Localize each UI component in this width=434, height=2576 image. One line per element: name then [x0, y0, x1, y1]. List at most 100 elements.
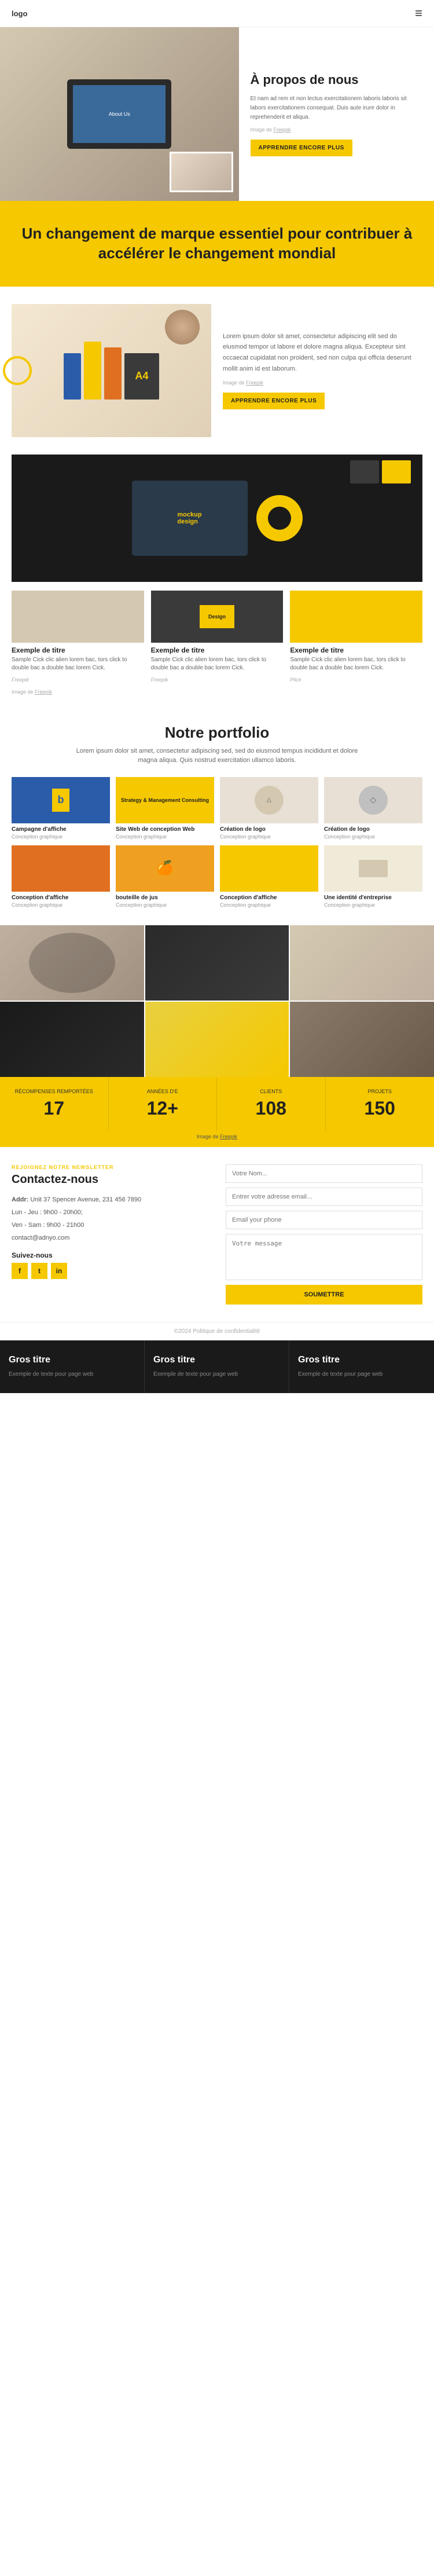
portfolio-item-cat-0: Conception graphique — [12, 834, 110, 840]
contact-title: Contactez-nous — [12, 1173, 208, 1186]
hero-credit-link[interactable]: Freepik — [274, 127, 291, 133]
social-twitter-icon[interactable]: t — [31, 1263, 47, 1279]
device-card-title-2: Exemple de titre — [290, 646, 422, 654]
mockup-credit-link[interactable]: Freepik — [246, 380, 263, 386]
team-photo-2 — [145, 925, 289, 1001]
contact-section: REJOIGNEZ NOTRE NEWSLETTER Contactez-nou… — [0, 1145, 434, 1322]
device-card-tag-1: Freepik — [151, 677, 168, 683]
newsletter-label: REJOIGNEZ NOTRE NEWSLETTER — [12, 1164, 208, 1170]
team-photo-3 — [290, 925, 434, 1001]
footer-col-2: Gros titre Exemple de texte pour page we… — [289, 1340, 434, 1393]
team-photo-4 — [0, 1002, 144, 1077]
contact-form: SOUMETTRE — [226, 1164, 422, 1305]
mockup-cta-button[interactable]: APPRENDRE ENCORE PLUS — [223, 393, 325, 409]
stat-item-2: CLIENTS 108 — [217, 1077, 326, 1131]
team-photo-1 — [0, 925, 144, 1001]
device-card-0: Exemple de titre Sample Cick clic alien … — [12, 591, 144, 684]
device-card-tag-2: Plick — [290, 677, 301, 683]
stat-label-0: RÉCOMPENSES REMPORTÉES — [6, 1089, 102, 1095]
brand-title: Un changement de marque essentiel pour c… — [17, 224, 417, 263]
portfolio-item-2[interactable]: △ Création de logo Conception graphique — [220, 777, 318, 840]
portfolio-item-1[interactable]: Strategy & Management Consulting Site We… — [116, 777, 214, 840]
device-card-text-1: Sample Cick clic alien lorem bac, tors c… — [151, 656, 284, 672]
portfolio-item-6[interactable]: Conception d'affiche Conception graphiqu… — [220, 845, 318, 908]
portfolio-item-4[interactable]: Conception d'affiche Conception graphiqu… — [12, 845, 110, 908]
devices-credit-link[interactable]: Freepik — [35, 689, 52, 695]
circle-decoration — [3, 356, 32, 385]
device-card-1: Design Exemple de titre Sample Cick clic… — [151, 591, 284, 684]
stats-credit-link[interactable]: Freepik — [220, 1134, 237, 1139]
hero-title: À propos de nous — [251, 72, 423, 89]
portfolio-header: Notre portfolio Lorem ipsum dolor sit am… — [12, 724, 422, 765]
footer-text-2: Exemple de texte pour page web — [298, 1370, 425, 1379]
stats-section: RÉCOMPENSES REMPORTÉES 17 ANNÉES D'E 12+… — [0, 1077, 434, 1131]
portfolio-section: Notre portfolio Lorem ipsum dolor sit am… — [0, 706, 434, 925]
hero-small-img — [170, 152, 233, 192]
portfolio-title: Notre portfolio — [12, 724, 422, 742]
portfolio-item-5[interactable]: 🍊 bouteille de jus Conception graphique — [116, 845, 214, 908]
stat-item-0: RÉCOMPENSES REMPORTÉES 17 — [0, 1077, 109, 1131]
devices-main-image: mockupdesign — [12, 455, 422, 582]
stats-credit: Image de Freepik — [0, 1131, 434, 1145]
stat-value-3: 150 — [332, 1098, 429, 1119]
contact-copyright: ©2024 Politique de confidentialité — [0, 1322, 434, 1340]
hero-cta-button[interactable]: APPRENDRE ENCORE PLUS — [251, 140, 352, 156]
team-photo-6 — [290, 1002, 434, 1077]
footer-col-0: Gros titre Exemple de texte pour page we… — [0, 1340, 145, 1393]
device-card-title-1: Exemple de titre — [151, 646, 284, 654]
portfolio-item-title-0: Campagne d'affiche — [12, 826, 110, 833]
footer: Gros titre Exemple de texte pour page we… — [0, 1340, 434, 1393]
device-card-tag-0: Freepik — [12, 677, 29, 683]
team-photo-5 — [145, 1002, 289, 1077]
stat-value-2: 108 — [223, 1098, 319, 1119]
nav-hamburger[interactable]: ≡ — [415, 6, 422, 21]
form-name-input[interactable] — [226, 1164, 422, 1183]
footer-title-0: Gros titre — [9, 1355, 135, 1365]
hero-content: À propos de nous Et nam ad rem et non le… — [239, 27, 434, 201]
team-section — [0, 925, 434, 1077]
footer-title-1: Gros titre — [153, 1355, 280, 1365]
social-linkedin-icon[interactable]: in — [51, 1263, 67, 1279]
portfolio-item-7[interactable]: Une identité d'entreprise Conception gra… — [324, 845, 422, 908]
hero-text: Et nam ad rem et non lectus exercitation… — [251, 94, 423, 122]
portfolio-item-cat-6: Conception graphique — [220, 902, 318, 908]
stat-item-3: PROJETS 150 — [326, 1077, 434, 1131]
footer-text-1: Exemple de texte pour page web — [153, 1370, 280, 1379]
mockup-section: A4 Lorem ipsum dolor sit amet, consectet… — [0, 287, 434, 455]
social-facebook-icon[interactable]: f — [12, 1263, 28, 1279]
portfolio-item-3[interactable]: ◇ Création de logo Conception graphique — [324, 777, 422, 840]
device-card-text-0: Sample Cick clic alien lorem bac, tors c… — [12, 656, 144, 672]
portfolio-item-title-2: Création de logo — [220, 826, 318, 833]
contact-info: Addr: Unit 37 Spencer Avenue, 231 456 78… — [12, 1193, 208, 1244]
stat-label-1: ANNÉES D'E — [115, 1089, 211, 1095]
contact-left: REJOIGNEZ NOTRE NEWSLETTER Contactez-nou… — [12, 1164, 208, 1305]
mockup-text: Lorem ipsum dolor sit amet, consectetur … — [223, 331, 422, 375]
social-title: Suivez-nous — [12, 1251, 208, 1259]
mockup-image: A4 — [12, 304, 211, 437]
portfolio-grid: b Campagne d'affiche Conception graphiqu… — [12, 777, 422, 908]
hero-credit: Image de Freepik — [251, 127, 423, 133]
portfolio-item-0[interactable]: b Campagne d'affiche Conception graphiqu… — [12, 777, 110, 840]
portfolio-item-title-7: Une identité d'entreprise — [324, 895, 422, 901]
hero-section: About Us À propos de nous Et nam ad rem … — [0, 27, 434, 201]
brand-section: Un changement de marque essentiel pour c… — [0, 201, 434, 287]
form-message-input[interactable] — [226, 1234, 422, 1280]
nav-logo[interactable]: logo — [12, 9, 27, 18]
hero-image-area: About Us — [0, 27, 239, 201]
stat-value-1: 12+ — [115, 1098, 211, 1119]
portfolio-item-title-1: Site Web de conception Web — [116, 826, 214, 833]
portfolio-item-cat-4: Conception graphique — [12, 902, 110, 908]
form-submit-button[interactable]: SOUMETTRE — [226, 1285, 422, 1305]
portfolio-item-cat-2: Conception graphique — [220, 834, 318, 840]
devices-cards: Exemple de titre Sample Cick clic alien … — [12, 591, 422, 684]
form-phone-input[interactable] — [226, 1211, 422, 1229]
form-email-input[interactable] — [226, 1188, 422, 1206]
footer-title-2: Gros titre — [298, 1355, 425, 1365]
contact-right: SOUMETTRE — [226, 1164, 422, 1305]
footer-col-1: Gros titre Exemple de texte pour page we… — [145, 1340, 289, 1393]
devices-section: mockupdesign Exemple de titre Sample Cic… — [0, 455, 434, 706]
devices-credit: Image de Freepik — [12, 689, 422, 695]
portfolio-item-cat-1: Conception graphique — [116, 834, 214, 840]
portfolio-item-cat-5: Conception graphique — [116, 902, 214, 908]
portfolio-item-title-6: Conception d'affiche — [220, 895, 318, 901]
